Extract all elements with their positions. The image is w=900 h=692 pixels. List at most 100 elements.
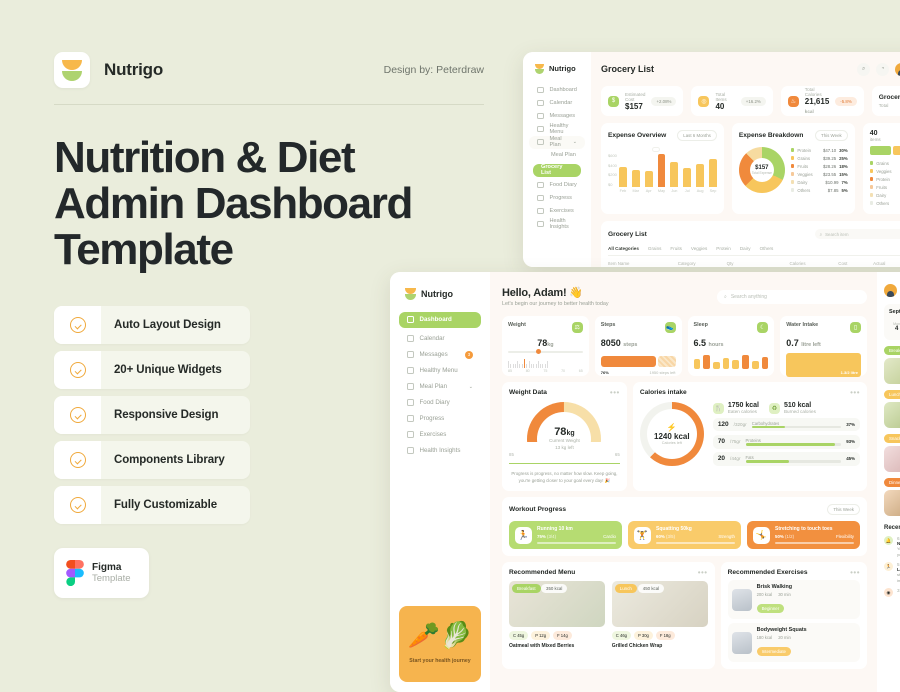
range-select[interactable]: Last 6 Months	[677, 130, 717, 141]
tab-grains[interactable]: Grains	[648, 246, 662, 251]
exercise-row-brisk-walking[interactable]: Brisk Walking 200 kcal 30 min Beginner	[727, 580, 860, 619]
stat-delta: -5.8%	[835, 96, 857, 106]
divider	[54, 104, 484, 105]
charts-row: Expense Overview Last 6 Months $600 $400…	[601, 123, 900, 214]
check-cell	[54, 486, 101, 525]
nav-label: Healthy Menu	[549, 123, 569, 135]
panel-title: Workout Progress	[509, 506, 567, 513]
avatar[interactable]	[895, 62, 900, 76]
check-cell	[54, 306, 101, 345]
sidebar-item-meal-plan[interactable]: Meal Plan ⌄	[399, 379, 481, 395]
check-circle-icon	[69, 317, 86, 334]
more-options-icon[interactable]: •••	[850, 388, 860, 396]
tab-fruits[interactable]: Fruits	[670, 246, 681, 251]
sidebar-item-messages[interactable]: Messages 3	[399, 347, 481, 363]
sidebar-item-progress[interactable]: Progress	[529, 192, 585, 205]
nav-label: Exercises	[549, 208, 574, 214]
user-profile[interactable]: Adam Vasy Member	[884, 284, 900, 297]
sidebar-item-exercises[interactable]: Exercises	[529, 205, 585, 218]
calendar-widget[interactable]: September 2028 Mon 4 Tue 5 Wed 6	[884, 304, 900, 340]
grocery-dashboard-mockup: Nutrigo Dashboard Calendar Messages Heal…	[523, 52, 900, 267]
sidebar-item-progress[interactable]: Progress	[399, 411, 481, 427]
sidebar-brand: Nutrigo	[421, 288, 453, 299]
menu-card-breakfast[interactable]: Breakfast 350 kcal C 45g P 12g F 14g Oat…	[509, 581, 605, 649]
workout-card-running[interactable]: 🏃 Running 10 km 75% (3/4) Cardio	[509, 521, 622, 549]
category-legend: Grains Veggies Protein Fruits Dairy Othe…	[869, 159, 900, 207]
sidebar-item-food-diary[interactable]: Food Diary	[529, 179, 585, 192]
recommended-exercises-panel: Recommended Exercises ••• Brisk Walking …	[720, 562, 867, 669]
search-input[interactable]: ⌕ Search anything	[717, 289, 867, 304]
tab-protein[interactable]: Protein	[716, 246, 731, 251]
more-options-icon[interactable]: •••	[610, 388, 620, 396]
sidebar-item-exercises[interactable]: Exercises	[399, 427, 481, 443]
nav-label: Food Diary	[419, 399, 450, 406]
donut-chart: $157 Total Expense	[738, 147, 785, 193]
feature-label: Fully Customizable	[114, 499, 217, 512]
workout-card-stretching[interactable]: 🤸 Stretching to touch toes 50% (1/2) Fle…	[747, 521, 860, 549]
sidebar-item-meal-plan[interactable]: Meal Plan ⌄	[529, 135, 585, 149]
search-input[interactable]: ⌕ Search item	[814, 229, 900, 239]
nav-label: Grocery List	[541, 164, 563, 176]
stat-label: Total Items	[715, 91, 727, 102]
meal-item-dinner[interactable]: Dinner 500 kcal Grilled Chicken Potato a…	[884, 478, 900, 516]
tab-veggies[interactable]: Veggies	[691, 246, 707, 251]
promo-card[interactable]: 🥕🥬 Start your health journey	[399, 606, 481, 682]
sidebar-item-healthy-menu[interactable]: Healthy Menu	[529, 123, 585, 136]
more-options-icon[interactable]: •••	[850, 568, 860, 576]
stat-card-weight: Weight ⚖ 78kg 85 80 75 70 65	[502, 316, 589, 376]
scale-icon: ⚖	[571, 322, 583, 333]
exercise-row-bodyweight-squats[interactable]: Bodyweight Squats 180 kcal 20 min Interme…	[727, 623, 860, 662]
expense-breakdown-panel: Expense Breakdown This Week $157 Total E…	[731, 123, 855, 214]
message-badge: 3	[465, 350, 473, 359]
meal-item-lunch[interactable]: Lunch 450 kcal Grilled Chicken Avocado S…	[884, 390, 900, 428]
menu-card-lunch[interactable]: Lunch 450 kcal C 46g P 30g F 18g Grilled…	[611, 581, 708, 649]
check-circle-icon	[69, 497, 86, 514]
calendar-day[interactable]: Mon 4	[889, 319, 900, 335]
figma-title: Figma	[92, 562, 122, 574]
macro-row-proteins: 70 /75gr Proteins 93%	[712, 434, 860, 449]
meal-item-snack[interactable]: Snack 200 kcal Greek Yogurt and Almonds …	[884, 434, 900, 472]
brand-row: Nutrigo Design by: Peterdraw	[54, 52, 484, 88]
search-placeholder: Search anything	[730, 293, 767, 300]
sidebar-logo: Nutrigo	[399, 288, 481, 312]
sidebar-subitem-grocery-list[interactable]: Grocery List	[533, 163, 581, 177]
tab-all-categories[interactable]: All Categories	[608, 246, 639, 251]
range-select[interactable]: This Week	[815, 130, 848, 141]
nav-label: Dashboard	[549, 87, 577, 93]
nav-label: Meal Plan	[551, 152, 576, 158]
sleep-bar-chart	[693, 353, 769, 369]
search-icon[interactable]: ⌕	[857, 62, 871, 76]
stat-value: 21,615	[804, 97, 830, 106]
tab-others[interactable]: Others	[760, 246, 774, 251]
notification-icon[interactable]: ◔	[876, 62, 890, 76]
sidebar-item-calendar[interactable]: Calendar	[399, 331, 481, 347]
sidebar-item-dashboard[interactable]: Dashboard	[399, 311, 481, 328]
tab-dairy[interactable]: Dairy	[740, 246, 751, 251]
weight-slider[interactable]	[508, 349, 583, 354]
check-circle-icon	[69, 362, 86, 379]
calories-donut-chart: ⚡ 1240 kcal Calories left	[639, 402, 704, 466]
meal-item-breakfast[interactable]: Breakfast 350 kcal Scrambled Eggs & Whol…	[884, 346, 900, 384]
search-icon: ⌕	[724, 293, 727, 300]
bottle-icon: ▯	[850, 322, 861, 333]
stat-label: Total Calories	[804, 87, 822, 97]
nav-label: Progress	[549, 195, 572, 201]
sidebar-subitem-meal-plan[interactable]: Meal Plan	[529, 149, 585, 162]
sidebar-item-healthy-menu[interactable]: Healthy Menu	[399, 363, 481, 379]
sidebar-item-dashboard[interactable]: Dashboard	[529, 84, 585, 97]
sidebar-item-messages[interactable]: Messages	[529, 110, 585, 123]
stat-card-water: Water Intake ▯ 0.7 litre left 1.3/2 litr…	[780, 316, 867, 377]
recommended-menu-panel: Recommended Menu ••• Breakfast 350 kcal …	[502, 562, 715, 669]
sidebar-item-calendar[interactable]: Calendar	[529, 97, 585, 110]
water-progress: 1.3/2 litre	[786, 353, 861, 377]
activity-item: ◉ 3:00 PM	[884, 588, 900, 597]
moon-icon: ☾	[757, 322, 769, 333]
more-options-icon[interactable]: •••	[698, 568, 708, 576]
sidebar-item-health-insights[interactable]: Health Insights	[399, 443, 481, 459]
range-select[interactable]: This Week	[827, 504, 860, 515]
workout-card-squatting[interactable]: 🏋 Squatting 50kg 60% (3/5) Strength	[628, 521, 741, 549]
sidebar-item-food-diary[interactable]: Food Diary	[399, 395, 481, 411]
food-image: Breakfast 350 kcal	[509, 581, 605, 627]
right-panel: Adam Vasy Member September 2028 Mon 4 Tu…	[877, 272, 900, 692]
sidebar-item-health-insights[interactable]: Health Insights	[529, 218, 585, 231]
